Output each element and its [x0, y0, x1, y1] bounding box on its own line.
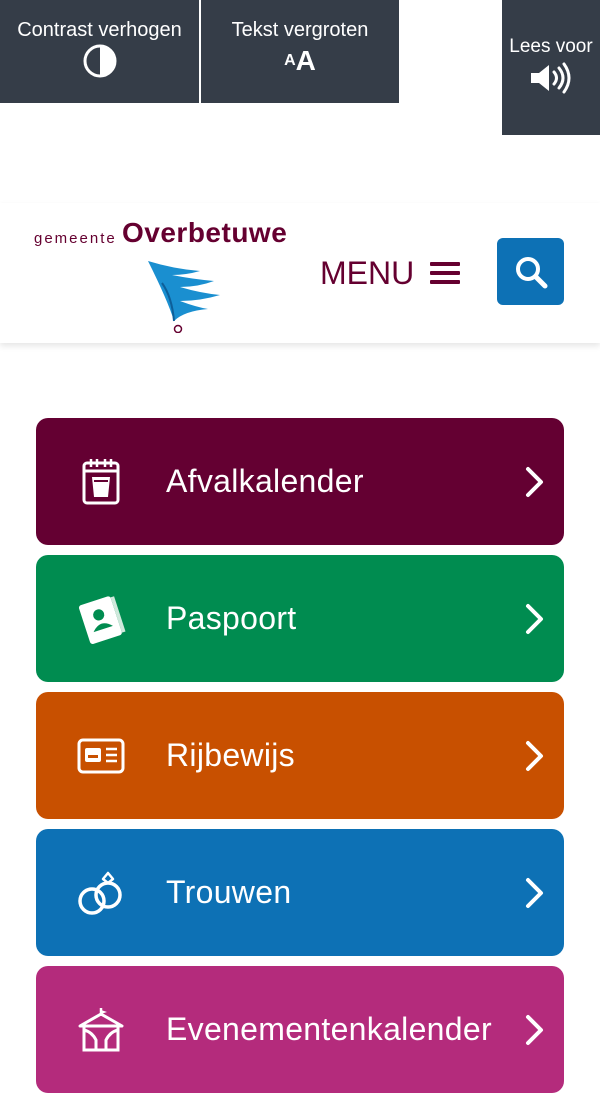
logo-name: Overbetuwe	[122, 217, 288, 248]
speaker-icon	[529, 62, 573, 94]
tile-label: Rijbewijs	[166, 737, 295, 773]
contrast-label: Contrast verhogen	[17, 19, 182, 41]
chevron-right-icon	[524, 465, 546, 499]
tile-evenementenkalender[interactable]: Evenementenkalender	[36, 966, 564, 1093]
calendar-bin-icon	[76, 457, 126, 507]
menu-button[interactable]: MENU	[320, 253, 461, 293]
text-size-icon: AA	[284, 45, 316, 76]
read-aloud-label: Lees voor	[509, 36, 593, 57]
tile-trouwen[interactable]: Trouwen	[36, 829, 564, 956]
tile-label: Evenementenkalender	[166, 1011, 492, 1047]
tile-label: Afvalkalender	[166, 463, 364, 499]
tile-afvalkalender[interactable]: Afvalkalender	[36, 418, 564, 545]
passport-icon	[76, 594, 126, 644]
drivers-license-icon	[76, 731, 126, 781]
logo-flag-icon	[148, 261, 220, 333]
municipality-logo[interactable]: gemeente Overbetuwe	[34, 217, 294, 333]
tile-paspoort[interactable]: Paspoort	[36, 555, 564, 682]
search-icon	[515, 256, 547, 288]
site-header: gemeente Overbetuwe MENU	[0, 203, 600, 343]
text-size-label: Tekst vergroten	[231, 19, 369, 41]
tile-rijbewijs[interactable]: Rijbewijs	[36, 692, 564, 819]
tile-label: Trouwen	[166, 874, 292, 910]
contrast-button[interactable]: Contrast verhogen	[0, 0, 199, 103]
wedding-rings-icon	[76, 868, 126, 918]
chevron-right-icon	[524, 739, 546, 773]
search-button[interactable]	[497, 238, 564, 305]
tile-label: Paspoort	[166, 600, 297, 636]
chevron-right-icon	[524, 602, 546, 636]
text-size-button[interactable]: Tekst vergroten AA	[201, 0, 399, 103]
chevron-right-icon	[524, 876, 546, 910]
read-aloud-button[interactable]: Lees voor	[502, 0, 600, 135]
hamburger-icon	[430, 262, 461, 284]
event-tent-icon	[76, 1005, 126, 1055]
contrast-icon	[83, 44, 117, 78]
chevron-right-icon	[524, 1013, 546, 1047]
menu-label: MENU	[320, 254, 415, 291]
logo-prefix: gemeente	[34, 230, 117, 247]
